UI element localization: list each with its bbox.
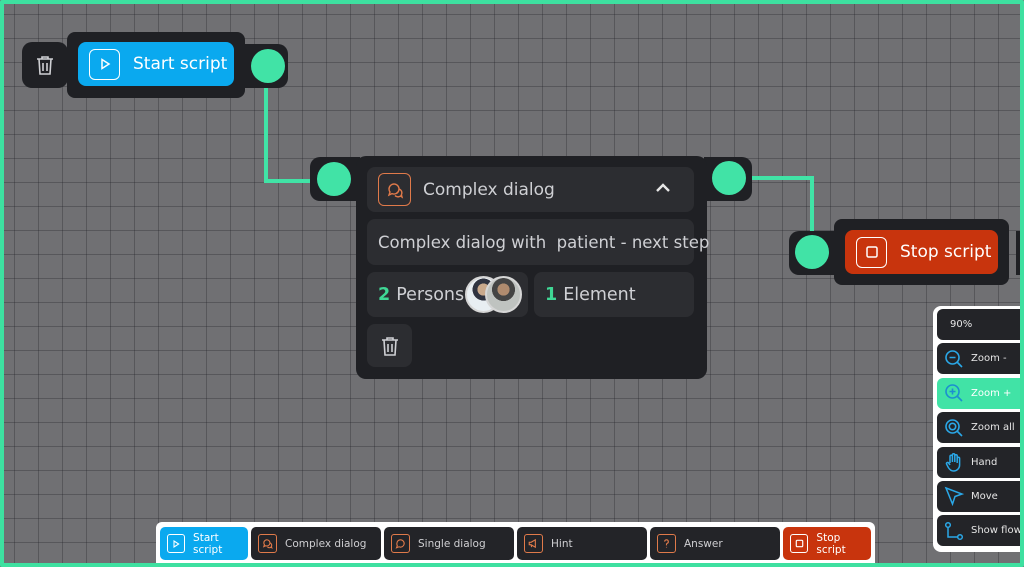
start-script-button[interactable]: Start script — [78, 42, 234, 86]
chat-bubbles-icon — [378, 173, 411, 206]
persons-avatars — [465, 276, 525, 313]
show-flow-label: Show flow — [971, 525, 1022, 537]
stop-node[interactable]: Stop script — [834, 219, 1009, 285]
zoom-in-label: Zoom + — [971, 387, 1012, 399]
dialog-title: Complex dialog — [423, 179, 555, 200]
stop-input-port[interactable] — [795, 235, 829, 269]
start-delete-button[interactable] — [22, 42, 68, 88]
zoom-out-icon — [937, 349, 971, 369]
flow-canvas[interactable]: Start script Complex dialog Complex dial… — [0, 0, 1024, 567]
stop-square-icon — [790, 534, 809, 553]
zoom-out-label: Zoom - — [971, 353, 1007, 365]
zoom-all-button[interactable]: Zoom all — [937, 412, 1020, 444]
zoom-panel: 90% Zoom - Zoom + Zoom all Hand Move Sho… — [933, 306, 1022, 552]
toolbar-single-dialog[interactable]: Single dialog — [384, 527, 514, 560]
move-tool-button[interactable]: Move — [937, 480, 1020, 512]
stop-script-button[interactable]: Stop script — [845, 230, 998, 274]
toolbar-stop-label: Stop script — [816, 531, 846, 556]
toolbar-complex-dialog[interactable]: Complex dialog — [251, 527, 381, 560]
start-output-port[interactable] — [251, 49, 285, 83]
stop-output-tab — [1016, 231, 1020, 275]
zoom-all-icon — [937, 418, 971, 438]
trash-icon — [37, 56, 53, 75]
hand-icon — [937, 452, 971, 472]
complex-dialog-node[interactable]: Complex dialog Complex dialog with patie… — [356, 156, 709, 379]
flow-icon — [937, 521, 971, 541]
chevron-up-icon[interactable] — [654, 179, 672, 202]
trash-icon — [381, 336, 398, 356]
toolbar-stop-script[interactable]: Stop script — [783, 527, 871, 560]
zoom-all-label: Zoom all — [971, 422, 1015, 434]
question-icon — [657, 534, 676, 553]
elements-count: 1 — [545, 284, 558, 305]
chat-bubble-icon — [391, 534, 410, 553]
toolbar-answer[interactable]: Answer — [650, 527, 780, 560]
toolbar-single-label: Single dialog — [418, 537, 486, 550]
avatar — [485, 276, 522, 313]
megaphone-icon — [524, 534, 543, 553]
zoom-out-button[interactable]: Zoom - — [937, 343, 1020, 375]
dialog-description: Complex dialog with patient - next step — [367, 219, 709, 265]
zoom-level-display: 90% — [937, 309, 1020, 340]
hand-tool-button[interactable]: Hand — [937, 446, 1020, 478]
persons-label: Persons — [396, 284, 465, 305]
toolbar-hint-label: Hint — [551, 537, 573, 550]
toolbar-hint[interactable]: Hint — [517, 527, 647, 560]
dialog-delete-button[interactable] — [367, 324, 412, 367]
move-label: Move — [971, 490, 998, 502]
stop-script-label: Stop script — [900, 242, 992, 262]
elements-badge[interactable]: 1 Element — [534, 272, 694, 317]
dialog-header[interactable]: Complex dialog — [367, 167, 694, 212]
node-toolbar: Start script Complex dialog Single dialo… — [156, 522, 875, 563]
zoom-in-icon — [937, 383, 971, 403]
start-script-label: Start script — [133, 54, 228, 74]
toolbar-start-script[interactable]: Start script — [160, 527, 248, 560]
elements-label: Element — [563, 284, 636, 305]
play-icon — [167, 534, 186, 553]
zoom-in-button[interactable]: Zoom + — [937, 377, 1020, 409]
stop-square-icon — [856, 236, 887, 268]
hand-label: Hand — [971, 456, 998, 468]
chat-bubbles-icon — [258, 534, 277, 553]
show-flow-button[interactable]: Show flow — [937, 515, 1022, 547]
toolbar-answer-label: Answer — [684, 537, 723, 550]
toolbar-complex-label: Complex dialog — [285, 537, 367, 550]
start-node[interactable]: Start script — [67, 32, 245, 98]
persons-badge[interactable]: 2 Persons — [367, 272, 528, 317]
persons-count: 2 — [378, 284, 391, 305]
play-icon — [89, 48, 120, 80]
zoom-level: 90% — [950, 319, 973, 330]
dialog-input-port[interactable] — [317, 162, 351, 196]
dialog-output-port[interactable] — [712, 161, 746, 195]
cursor-icon — [937, 486, 971, 507]
toolbar-start-label: Start script — [193, 531, 223, 556]
